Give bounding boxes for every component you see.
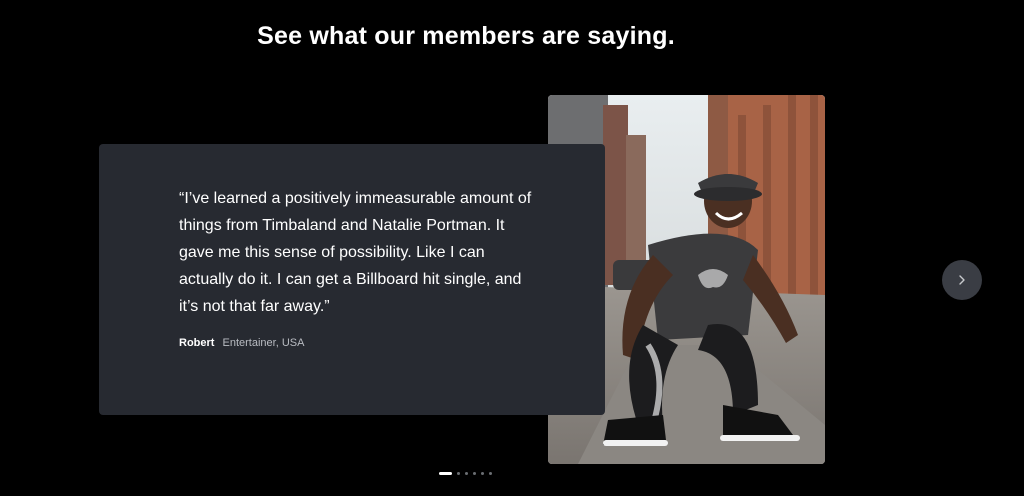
testimonial-author: Robert Entertainer, USA [179, 337, 304, 349]
testimonial-quote: “I’ve learned a positively immeasurable … [179, 190, 532, 315]
carousel-dot[interactable] [457, 471, 460, 475]
carousel-dot[interactable] [465, 471, 468, 475]
author-role: Entertainer, USA [222, 337, 305, 349]
testimonial-card: “I’ve learned a positively immeasurable … [99, 144, 605, 415]
carousel-pagination [439, 471, 492, 475]
carousel-dot[interactable] [489, 471, 492, 475]
carousel-dot[interactable] [473, 471, 476, 475]
section-heading: See what our members are saying. [257, 22, 675, 50]
carousel-dot[interactable] [439, 471, 452, 475]
author-name: Robert [179, 337, 215, 349]
next-slide-button[interactable] [942, 260, 982, 300]
chevron-right-icon [959, 275, 965, 285]
carousel-dot[interactable] [481, 471, 484, 475]
